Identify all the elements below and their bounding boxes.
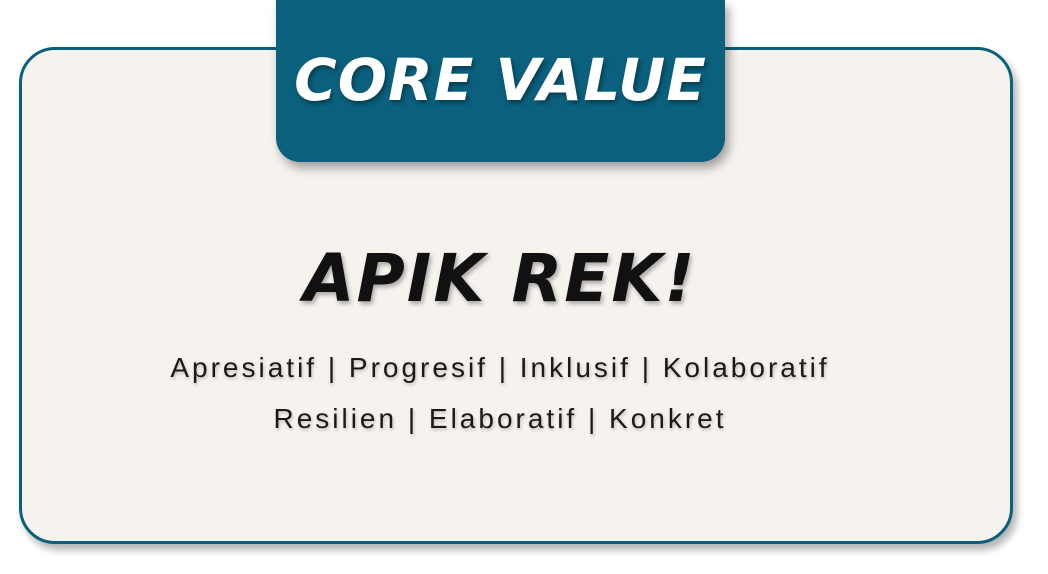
- core-value-badge: CORE VALUE: [276, 0, 725, 162]
- headline: APIK REK!: [303, 240, 697, 317]
- values-line-2: Resilien | Elaboratif | Konkret: [273, 403, 727, 434]
- values-line-1: Apresiatif | Progresif | Inklusif | Kola…: [170, 352, 830, 383]
- badge-title: CORE VALUE: [294, 46, 707, 114]
